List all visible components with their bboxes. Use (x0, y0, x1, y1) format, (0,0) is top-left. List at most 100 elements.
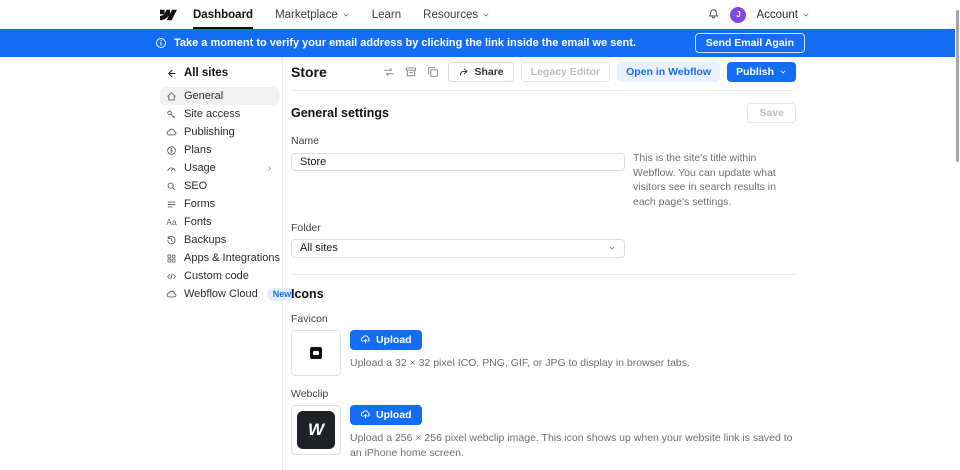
folder-selected-value: All sites (300, 242, 338, 254)
sidebar-item-webflow-cloud[interactable]: Webflow Cloud New (160, 285, 279, 303)
folder-label: Folder (291, 222, 625, 234)
scrollbar-thumb[interactable] (956, 10, 959, 162)
share-button[interactable]: Share (448, 62, 513, 82)
arrow-left-icon (166, 68, 177, 79)
notifications-bell-icon[interactable] (707, 8, 720, 21)
webclip-label: Webclip (291, 388, 796, 400)
back-label: All sites (184, 67, 228, 79)
sidebar-item-label: Custom code (184, 270, 249, 282)
webflow-logo-icon[interactable] (160, 9, 177, 21)
chevron-right-icon (266, 165, 273, 172)
webclip-preview: W (291, 405, 341, 455)
chevron-down-icon (482, 11, 490, 19)
site-settings-sidebar: All sites General Site access Publishing… (160, 57, 283, 470)
name-label: Name (291, 135, 625, 147)
tab-learn[interactable]: Learn (372, 0, 401, 29)
search-icon (166, 181, 177, 192)
tab-dashboard-label: Dashboard (193, 9, 253, 21)
sidebar-item-publishing[interactable]: Publishing (160, 123, 279, 141)
sidebar-item-label: Apps & Integrations (184, 252, 280, 264)
sidebar-item-label: Backups (184, 234, 226, 246)
sidebar-item-label: SEO (184, 180, 207, 192)
sidebar-item-label: Forms (184, 198, 215, 210)
webclip-help-text: Upload a 256 × 256 pixel webclip image. … (350, 431, 796, 461)
sidebar-item-usage[interactable]: Usage (160, 159, 279, 177)
webclip-upload-button[interactable]: Upload (350, 405, 422, 425)
fonts-icon: Aa (166, 217, 177, 227)
chevron-down-icon (802, 11, 810, 19)
transfer-site-icon[interactable] (382, 65, 397, 80)
gauge-icon (166, 163, 177, 174)
sidebar-item-label: Plans (184, 144, 212, 156)
apps-grid-icon (166, 253, 177, 264)
sidebar-item-label: Publishing (184, 126, 235, 138)
tab-resources-label: Resources (423, 9, 478, 21)
tab-resources[interactable]: Resources (423, 0, 490, 29)
chevron-down-icon (342, 11, 350, 19)
upload-cloud-icon (360, 409, 371, 420)
account-label: Account (756, 9, 798, 21)
general-settings-heading: General settings (291, 106, 389, 120)
publish-label: Publish (736, 66, 774, 78)
account-menu[interactable]: Account (756, 9, 810, 21)
site-settings-main: Store Share Legacy Editor (283, 57, 796, 470)
tab-marketplace-label: Marketplace (275, 9, 338, 21)
tab-marketplace[interactable]: Marketplace (275, 0, 350, 29)
send-email-again-button[interactable]: Send Email Again (695, 33, 805, 53)
site-name-input[interactable] (291, 153, 625, 171)
sidebar-item-forms[interactable]: Forms (160, 195, 279, 213)
icons-heading: Icons (291, 287, 324, 301)
general-save-button[interactable]: Save (747, 103, 796, 123)
publish-button[interactable]: Publish (727, 62, 796, 82)
banner-message: Take a moment to verify your email addre… (174, 37, 636, 49)
chevron-down-icon (608, 244, 616, 252)
section-divider (291, 274, 796, 275)
default-favicon-icon (310, 347, 322, 359)
sidebar-item-label: Usage (184, 162, 216, 174)
sidebar-item-plans[interactable]: Plans (160, 141, 279, 159)
info-icon (155, 37, 167, 49)
back-to-all-sites[interactable]: All sites (160, 64, 282, 82)
home-icon (166, 91, 177, 102)
forms-icon (166, 199, 177, 210)
legacy-editor-button[interactable]: Legacy Editor (521, 62, 610, 82)
folder-select[interactable]: All sites (291, 239, 625, 258)
sidebar-item-custom-code[interactable]: Custom code (160, 267, 279, 285)
favicon-preview (291, 330, 341, 376)
favicon-label: Favicon (291, 313, 796, 325)
archive-icon[interactable] (404, 65, 419, 80)
sidebar-item-apps-integrations[interactable]: Apps & Integrations (160, 249, 279, 267)
code-icon (166, 271, 177, 282)
sidebar-item-seo[interactable]: SEO (160, 177, 279, 195)
webflow-webclip-icon: W (297, 411, 335, 449)
favicon-help-text: Upload a 32 × 32 pixel ICO, PNG, GIF, or… (350, 356, 690, 371)
top-nav: Dashboard Marketplace Learn Resources J … (0, 0, 960, 29)
avatar[interactable]: J (730, 7, 746, 23)
tab-dashboard[interactable]: Dashboard (193, 0, 253, 29)
sidebar-item-fonts[interactable]: Aa Fonts (160, 213, 279, 231)
name-help-text: This is the site's title within Webflow.… (633, 123, 796, 210)
favicon-upload-label: Upload (376, 334, 412, 346)
duplicate-icon[interactable] (426, 65, 441, 80)
share-label: Share (474, 66, 503, 78)
header-divider (291, 90, 796, 91)
sidebar-item-label: Site access (184, 108, 240, 120)
webflow-dashboard: Dashboard Marketplace Learn Resources J … (0, 0, 960, 470)
page-title: Store (291, 64, 327, 80)
sidebar-item-label: General (184, 90, 223, 102)
avatar-initial: J (736, 10, 740, 19)
open-in-webflow-button[interactable]: Open in Webflow (617, 62, 720, 82)
webclip-upload-label: Upload (376, 409, 412, 421)
favicon-upload-button[interactable]: Upload (350, 330, 422, 350)
sidebar-item-backups[interactable]: Backups (160, 231, 279, 249)
sidebar-item-label: Fonts (184, 216, 212, 228)
sidebar-item-site-access[interactable]: Site access (160, 105, 279, 123)
sidebar-item-label: Webflow Cloud (184, 288, 258, 300)
cloud-upload-icon (166, 127, 177, 138)
key-icon (166, 109, 177, 120)
sidebar-item-general[interactable]: General (160, 87, 279, 105)
chevron-down-icon (779, 68, 787, 76)
tab-learn-label: Learn (372, 9, 401, 21)
history-icon (166, 235, 177, 246)
verify-email-banner: Take a moment to verify your email addre… (0, 29, 960, 57)
